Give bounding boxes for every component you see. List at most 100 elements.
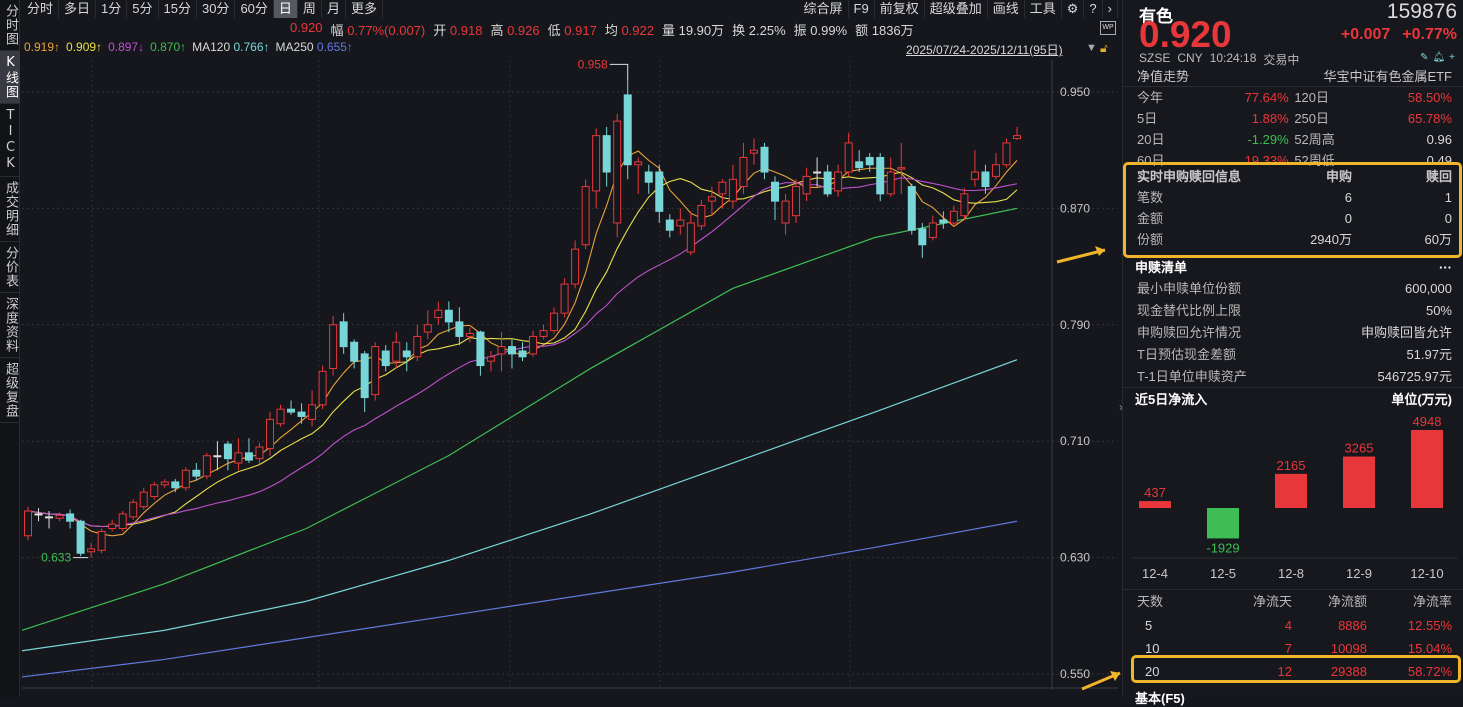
sidebar-tab-0[interactable]: 分时图 [0,0,20,51]
candle-body [486,356,495,362]
lock-icon[interactable]: 🔓︎ [1100,41,1108,56]
sidebar-tab-3[interactable]: 成交明细 [0,177,20,242]
candle-body [413,335,422,358]
flow-table-header: 天数 净流天 净流额 净流率 [1123,590,1463,614]
tab-period-9[interactable]: 月 [322,0,346,18]
candle-body [192,469,201,477]
candle-body [129,501,138,518]
wp-icon[interactable]: WP [1100,21,1116,35]
candle-body [991,164,1000,177]
y-tick-label: 0.630 [1060,551,1090,565]
row-values: 00 [1262,208,1452,229]
candle-body [66,513,75,522]
candle-body [223,443,232,460]
max-label: 0.958 [578,57,608,71]
candle [876,153,885,202]
toolbar-button-2[interactable]: 前复权 [875,0,925,18]
subscribe-value: 6 [1344,190,1352,205]
toolbar-button-0[interactable]: 综合屏 [799,0,849,18]
candle-body [318,370,327,406]
fund-name: 华宝中证有色金属ETF [1323,69,1452,84]
candle-body [981,171,990,188]
candle-body [697,204,706,227]
plus-icon[interactable]: + [1449,52,1455,63]
toolbar-button-5[interactable]: 工具 [1025,0,1062,18]
candle-body [897,167,906,170]
candlestick-chart[interactable]: 0.9500.8700.7900.7100.6300.5500.9580.633 [0,0,1120,697]
tab-period-6[interactable]: 60分 [235,0,274,18]
subscribe-value: 2940万 [1310,232,1352,247]
realtime-row: 份额 2940万 60万 [1123,229,1463,250]
sidebar-tab-2[interactable]: TICK [0,104,20,177]
col-subscribe: 申购 [1325,169,1352,184]
flow-bar [1411,430,1443,508]
y-tick-label: 0.950 [1060,85,1090,99]
date-range[interactable]: 2025/07/24-2025/12/11(95日) [906,41,1063,58]
row-values: 2940万 60万 [1262,229,1452,250]
candle-body [265,418,274,449]
sidebar-tab-4[interactable]: 分价表 [0,242,20,293]
right-panel: 有色 159876 0.920 +0.007 +0.77% SZSE CNY 10:2… [1122,0,1463,706]
more-button[interactable]: ··· [1439,257,1452,278]
ma-legend-item: 0.909↑ [66,40,102,54]
tab-period-0[interactable]: 分时 [22,0,60,18]
candle-body [360,353,369,399]
chevron-right-icon[interactable]: › [1103,0,1118,18]
flow-bar [1139,501,1171,508]
candle-body [834,171,843,192]
flow-unit: 单位(万元) [1391,392,1452,407]
candle-body [792,186,801,217]
toolbar-button-3[interactable]: 超级叠加 [925,0,988,18]
tab-period-2[interactable]: 1分 [96,0,128,18]
nav-value: 65.78% [1407,111,1452,126]
column-header: 净流天 [1252,594,1292,609]
bar-label: 437 [1144,485,1166,500]
tab-period-4[interactable]: 15分 [159,0,197,18]
row-label: 份额 [1137,232,1164,247]
realtime-row: 金额 0 0 [1123,208,1463,229]
table-cell: 4 [1284,618,1292,633]
sidebar-tab-6[interactable]: 超级复盘 [0,358,20,423]
sidebar-tab-5[interactable]: 深度资料 [0,293,20,358]
candle-body [655,171,664,212]
tab-period-8[interactable]: 周 [298,0,322,18]
gear-icon[interactable]: ⚙ [1062,0,1085,18]
column-header: 净流率 [1412,594,1452,609]
candle [150,481,159,500]
tab-period-1[interactable]: 多日 [59,0,97,18]
candle-body [728,178,737,202]
sidebar-tab-1[interactable]: K线图 [0,51,20,104]
nav-row: 20日 -1.29% 52周高 0.96 [1123,129,1463,150]
bell-icon[interactable]: 🔔︎ [1432,52,1445,63]
toolbar-button-4[interactable]: 画线 [988,0,1025,18]
min-label: 0.633 [41,551,71,565]
candle-body [202,455,211,477]
candle-body [855,161,864,169]
tab-period-5[interactable]: 30分 [197,0,236,18]
edit-icon[interactable]: ✎ [1420,52,1428,63]
dropdown-triangle-icon[interactable]: ▼ [1086,42,1097,54]
candle-body [823,171,832,195]
tab-period-7[interactable]: 日 [273,0,298,18]
candle-body [181,469,190,489]
toolbar-button-1[interactable]: F9 [849,0,875,18]
volume: 量 19.90万 [662,23,725,38]
nav-label: 52周高 [1294,132,1335,147]
row-label: T日预估现金差额 [1137,347,1236,362]
help-icon[interactable]: ? [1084,0,1103,18]
tab-period-3[interactable]: 5分 [127,0,159,18]
flow-bar [1343,456,1375,508]
period-toolbar: 分时 多日 1分 5分 15分 30分 60分日周月更多 [22,0,383,18]
avg-value: 0.922 [621,23,654,38]
flow-table-row: 5 4 8886 12.55% [1123,614,1463,637]
candle-body [781,200,790,224]
realtime-title: 实时申购赎回信息 [1137,169,1242,184]
ma-value: 0.919↑ [24,40,61,54]
candle-body [55,514,64,519]
ma-legend-item: 0.919↑ [24,40,60,54]
footer-tab[interactable]: 基本(F5) [1135,688,1185,707]
ma-legend-item: MA120 0.766↑ [192,40,269,54]
low-value: 0.917 [564,23,597,38]
tab-period-10[interactable]: 更多 [346,0,383,18]
list-title: 申赎清单 [1135,260,1188,275]
